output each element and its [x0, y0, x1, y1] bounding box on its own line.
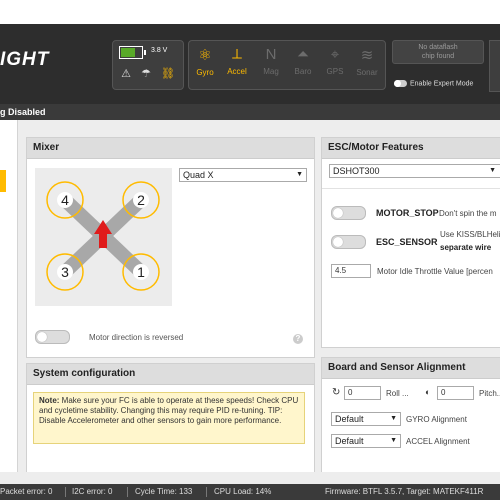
system-config-panel: System configuration Note: Make sure you… [26, 363, 315, 475]
board-alignment-panel: Board and Sensor Alignment ↻ 0 Roll ... … [321, 357, 500, 475]
window-top-strip [0, 0, 500, 24]
esc-sensor-label: ESC_SENSOR [376, 237, 438, 247]
battery-level-fill [121, 48, 135, 57]
pitch-input[interactable]: 0 [437, 386, 474, 400]
board-alignment-title: Board and Sensor Alignment [322, 358, 500, 379]
mag-icon: N [265, 46, 277, 63]
motor-label-1: 1 [137, 264, 145, 280]
app-logo: IGHT [0, 49, 50, 70]
pitch-label: Pitch... [479, 389, 500, 398]
expert-mode-toggle[interactable]: Enable Expert Mode [394, 80, 473, 87]
help-icon[interactable]: ? [293, 334, 303, 344]
esc-sensor-desc-2: separate wire [440, 243, 492, 252]
arming-status-text: g Disabled [0, 107, 46, 117]
motor-label-4: 4 [61, 192, 69, 208]
sensor-gps: ⌖ GPS [319, 41, 351, 89]
gyro-alignment-select[interactable]: Default ▼ [331, 412, 401, 426]
battery-icon [119, 46, 146, 59]
rotate-icon: ↻ [332, 387, 341, 398]
link-icon: ⛓ [161, 68, 175, 80]
motor-stop-label: MOTOR_STOP [376, 208, 439, 218]
motor-direction-label: Motor direction is reversed [89, 333, 184, 342]
idle-throttle-input[interactable]: 4.5 [331, 264, 371, 278]
sensor-accel: ⟂ Accel [221, 41, 253, 89]
mixer-select[interactable]: Quad X ▼ [179, 168, 307, 182]
sonar-icon: ≋ [360, 47, 374, 64]
status-bar: Packet error: 0 I2C error: 0 Cycle Time:… [0, 484, 500, 500]
accel-icon: ⟂ [231, 46, 242, 63]
sidebar-active-indicator[interactable] [0, 170, 6, 192]
system-config-note: Note: Make sure your FC is able to opera… [33, 392, 305, 444]
arming-status-bar: g Disabled [0, 104, 500, 120]
sensor-mag: N Mag [255, 41, 287, 89]
dataflash-status: No dataflash chip found [392, 40, 484, 64]
accel-alignment-select[interactable]: Default ▼ [331, 434, 401, 448]
baro-icon: ⏶ [296, 46, 309, 63]
mixer-panel: Mixer 4 2 3 1 Quad X ▼ Motor direction is… [26, 137, 315, 358]
expert-mode-switch[interactable] [394, 80, 407, 87]
sidebar [0, 120, 18, 472]
mixer-title: Mixer [27, 138, 314, 159]
pitch-icon: ◐ [425, 387, 431, 397]
system-config-title: System configuration [27, 364, 314, 385]
gyro-alignment-label: GYRO Alignment [406, 415, 467, 424]
sensor-gyro: ⚛ Gyro [189, 41, 221, 89]
roll-input[interactable]: 0 [344, 386, 381, 400]
firmware-info: Firmware: BTFL 3.5.7, Target: MATEKF411R [325, 487, 484, 496]
esc-motor-panel: ESC/Motor Features DSHOT300 ▼ MOTOR_STOP … [321, 137, 500, 348]
sensor-sonar: ≋ Sonar [351, 41, 383, 89]
roll-label: Roll ... [386, 389, 409, 398]
battery-voltage: 3.8 V [151, 47, 168, 54]
battery-panel: 3.8 V ⚠ ☂ ⛓ [112, 40, 184, 90]
motor-direction-toggle[interactable] [35, 330, 70, 344]
packet-error: Packet error: 0 [0, 487, 53, 496]
idle-throttle-label: Motor Idle Throttle Value [percen [377, 267, 493, 276]
quad-x-diagram: 4 2 3 1 [35, 168, 172, 306]
motor-label-2: 2 [137, 192, 145, 208]
header-right-button[interactable] [489, 40, 500, 92]
accel-alignment-label: ACCEL Alignment [406, 437, 470, 446]
motor-stop-desc: Don't spin the m [439, 209, 497, 218]
gps-icon: ⌖ [330, 46, 340, 63]
cpu-load: CPU Load: 14% [214, 487, 272, 496]
parachute-icon: ☂ [141, 68, 151, 80]
esc-sensor-toggle[interactable] [331, 235, 366, 249]
sensor-status-panel: ⚛ Gyro ⟂ Accel N Mag ⏶ Baro ⌖ GPS ≋ Sonar [188, 40, 386, 90]
motor-stop-toggle[interactable] [331, 206, 366, 220]
chevron-down-icon: ▼ [390, 437, 397, 444]
chevron-down-icon: ▼ [296, 171, 303, 178]
esc-motor-title: ESC/Motor Features [322, 138, 500, 159]
esc-protocol-select[interactable]: DSHOT300 ▼ [329, 164, 500, 178]
sensor-baro: ⏶ Baro [287, 41, 319, 89]
chevron-down-icon: ▼ [489, 167, 496, 174]
esc-sensor-desc: Use KISS/BLHeli_ [440, 230, 500, 239]
chevron-down-icon: ▼ [390, 415, 397, 422]
cycle-time: Cycle Time: 133 [135, 487, 193, 496]
i2c-error: I2C error: 0 [72, 487, 113, 496]
gyro-icon: ⚛ [198, 47, 212, 64]
motor-label-3: 3 [61, 264, 69, 280]
warning-icon: ⚠ [121, 68, 131, 80]
